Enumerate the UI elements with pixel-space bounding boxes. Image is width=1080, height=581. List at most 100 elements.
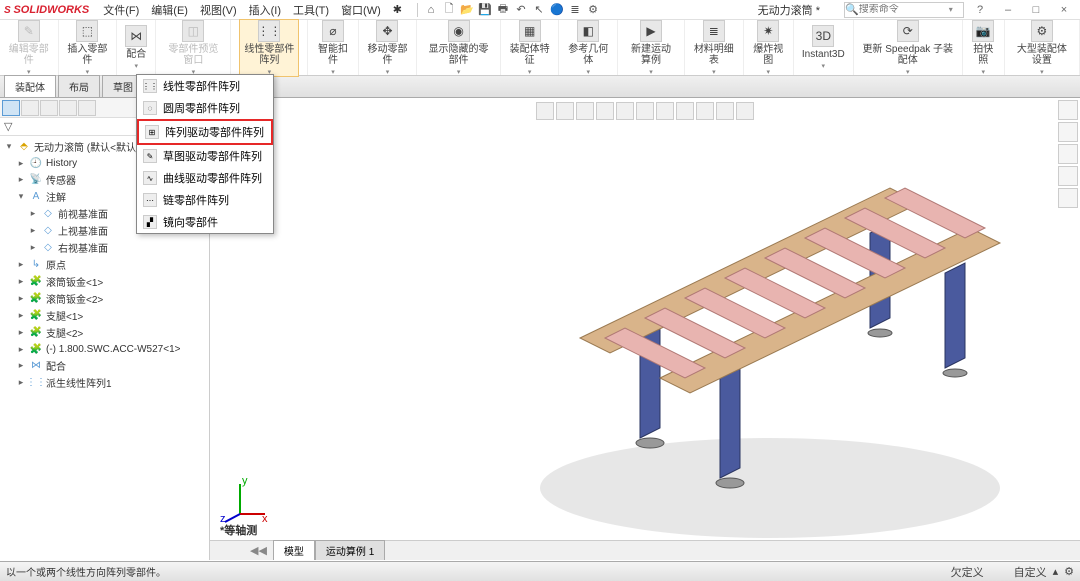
tab-layout[interactable]: 布局 <box>58 75 100 97</box>
ribbon-btn-2[interactable]: ⋈ 配合 ▾ <box>125 25 147 70</box>
tree-toggle-6[interactable]: ▸ <box>16 259 26 270</box>
qat-open-icon[interactable]: 📂 <box>459 2 475 18</box>
tree-toggle-1[interactable]: ▸ <box>16 174 26 185</box>
sidebar-tab-feature[interactable] <box>2 100 20 116</box>
qat-settings-icon[interactable]: ⚙ <box>585 2 601 18</box>
dropdown-item-5[interactable]: ⋯链零部件阵列 <box>137 189 273 211</box>
tree-node-12[interactable]: ▸ ⋈ 配合 <box>0 357 209 374</box>
qat-select-icon[interactable]: ↖ <box>531 2 547 18</box>
rb-btn-1[interactable] <box>1058 100 1078 120</box>
vp-section-icon[interactable] <box>596 102 614 120</box>
menu-file[interactable]: 文件(F) <box>97 2 145 18</box>
sidebar-tab-dim[interactable] <box>59 100 77 116</box>
chevron-up-icon[interactable]: ▴ <box>1053 565 1059 578</box>
ribbon-btn-6[interactable]: ✥ 移动零部件 ▾ <box>367 20 409 76</box>
ribbon-btn-14[interactable]: ⟳ 更新 Speedpak 子装配体 ▾ <box>862 20 954 76</box>
tree-toggle-11[interactable]: ▸ <box>16 344 26 355</box>
tree-node-11[interactable]: ▸ 🧩 (-) 1.800.SWC.ACC-W527<1> <box>0 341 209 357</box>
dropdown-icon[interactable]: ▾ <box>949 5 953 14</box>
help-button[interactable]: ? <box>968 4 992 16</box>
search-input[interactable]: 🔍 ▾ <box>844 2 964 18</box>
ribbon-btn-15[interactable]: 📷 拍快照 ▾ <box>971 20 996 76</box>
dropdown-item-1[interactable]: ◌圆周零部件阵列 <box>137 97 273 119</box>
tree-toggle-12[interactable]: ▸ <box>16 360 26 371</box>
menu-star[interactable]: ✱ <box>387 3 408 16</box>
close-button[interactable]: × <box>1052 4 1076 16</box>
ribbon-btn-9[interactable]: ◧ 参考几何体 ▾ <box>567 20 609 76</box>
rb-btn-4[interactable] <box>1058 166 1078 186</box>
qat-rebuild-icon[interactable]: 🔵 <box>549 2 565 18</box>
sidebar-tab-config[interactable] <box>40 100 58 116</box>
rb-btn-2[interactable] <box>1058 122 1078 142</box>
vp-zoom-icon[interactable] <box>536 102 554 120</box>
tree-node-8[interactable]: ▸ 🧩 滚筒钣金<2> <box>0 290 209 307</box>
orientation-triad[interactable]: y x z <box>220 474 270 524</box>
tree-node-7[interactable]: ▸ 🧩 滚筒钣金<1> <box>0 273 209 290</box>
qat-print-icon[interactable]: 🖶 <box>495 2 511 18</box>
search-field[interactable] <box>859 4 949 15</box>
ribbon-btn-11[interactable]: ≣ 材料明细表 ▾ <box>693 20 735 76</box>
vp-hide-icon[interactable] <box>736 102 754 120</box>
menu-tools[interactable]: 工具(T) <box>287 2 335 18</box>
sidebar-tab-display[interactable] <box>78 100 96 116</box>
minimize-button[interactable]: – <box>996 4 1020 16</box>
ribbon-btn-10[interactable]: ▶ 新建运动算例 ▾ <box>626 20 676 76</box>
ribbon-btn-1[interactable]: ⬚ 插入零部件 ▾ <box>67 20 109 76</box>
tree-node-13[interactable]: ▸ ⋮⋮ 派生线性阵列1 <box>0 374 209 391</box>
ribbon-btn-5[interactable]: ⌀ 智能扣件 ▾ <box>316 20 349 76</box>
tree-toggle-10[interactable]: ▸ <box>16 327 26 338</box>
maximize-button[interactable]: □ <box>1024 4 1048 16</box>
qat-options-icon[interactable]: ≣ <box>567 2 583 18</box>
tree-toggle-8[interactable]: ▸ <box>16 293 26 304</box>
tree-toggle-3[interactable]: ▸ <box>28 208 38 219</box>
qat-undo-icon[interactable]: ↶ <box>513 2 529 18</box>
tree-node-9[interactable]: ▸ 🧩 支腿<1> <box>0 307 209 324</box>
vp-fit-icon[interactable] <box>556 102 574 120</box>
tree-node-6[interactable]: ▸ ↳ 原点 <box>0 256 209 273</box>
qat-new-icon[interactable]: 🗋 <box>441 2 457 18</box>
vp-orbit-icon[interactable] <box>576 102 594 120</box>
ribbon-btn-4[interactable]: ⋮⋮ 线性零部件阵列 ▾ <box>239 19 299 77</box>
tree-toggle-9[interactable]: ▸ <box>16 310 26 321</box>
menu-edit[interactable]: 编辑(E) <box>145 2 194 18</box>
ribbon-btn-3[interactable]: ◫ 零部件预览窗口 ▾ <box>164 20 222 76</box>
tree-toggle-0[interactable]: ▸ <box>16 158 26 169</box>
menu-insert[interactable]: 插入(I) <box>243 2 287 18</box>
tree-toggle-7[interactable]: ▸ <box>16 276 26 287</box>
vp-scene-icon[interactable] <box>636 102 654 120</box>
tab-assembly[interactable]: 装配体 <box>4 75 56 97</box>
ribbon-btn-12[interactable]: ✷ 爆炸视图 ▾ <box>752 20 785 76</box>
rb-btn-5[interactable] <box>1058 188 1078 208</box>
btab-motion[interactable]: 运动算例 1 <box>315 540 385 560</box>
btab-model[interactable]: 模型 <box>273 540 315 560</box>
status-icon[interactable]: ⚙ <box>1064 565 1074 578</box>
dropdown-item-2[interactable]: ⊞阵列驱动零部件阵列 <box>137 119 273 145</box>
tree-toggle-5[interactable]: ▸ <box>28 242 38 253</box>
ribbon-btn-8[interactable]: ▦ 装配体特征 ▾ <box>509 20 551 76</box>
collapse-icon[interactable]: ▾ <box>4 141 14 152</box>
ribbon-btn-16[interactable]: ⚙ 大型装配体设置 ▾ <box>1013 20 1071 76</box>
dropdown-item-6[interactable]: ▞镜向零部件 <box>137 211 273 233</box>
rb-btn-3[interactable] <box>1058 144 1078 164</box>
vp-render-icon[interactable] <box>676 102 694 120</box>
tab-nav-prev-icon[interactable]: ◀◀ <box>250 544 267 557</box>
vp-display-icon[interactable] <box>616 102 634 120</box>
qat-save-icon[interactable]: 💾 <box>477 2 493 18</box>
status-custom[interactable]: 自定义 <box>1014 564 1047 580</box>
vp-edge-icon[interactable] <box>696 102 714 120</box>
dropdown-item-4[interactable]: ∿曲线驱动零部件阵列 <box>137 167 273 189</box>
ribbon-btn-13[interactable]: 3D Instant3D ▾ <box>802 25 845 70</box>
dropdown-item-0[interactable]: ⋮⋮线性零部件阵列 <box>137 75 273 97</box>
menu-view[interactable]: 视图(V) <box>194 2 243 18</box>
dropdown-item-3[interactable]: ✎草图驱动零部件阵列 <box>137 145 273 167</box>
menu-window[interactable]: 窗口(W) <box>335 2 387 18</box>
tree-toggle-4[interactable]: ▸ <box>28 225 38 236</box>
ribbon-btn-7[interactable]: ◉ 显示隐藏的零部件 ▾ <box>425 20 492 76</box>
sidebar-tab-property[interactable] <box>21 100 39 116</box>
tree-toggle-2[interactable]: ▾ <box>16 191 26 202</box>
tree-toggle-13[interactable]: ▸ <box>16 377 26 388</box>
3d-viewport[interactable]: y x z *等轴测 ◀◀ 模型 运动算例 1 <box>210 98 1080 560</box>
ribbon-btn-0[interactable]: ✎ 编辑零部件 ▾ <box>8 20 50 76</box>
vp-color-icon[interactable] <box>716 102 734 120</box>
vp-view-icon[interactable] <box>656 102 674 120</box>
